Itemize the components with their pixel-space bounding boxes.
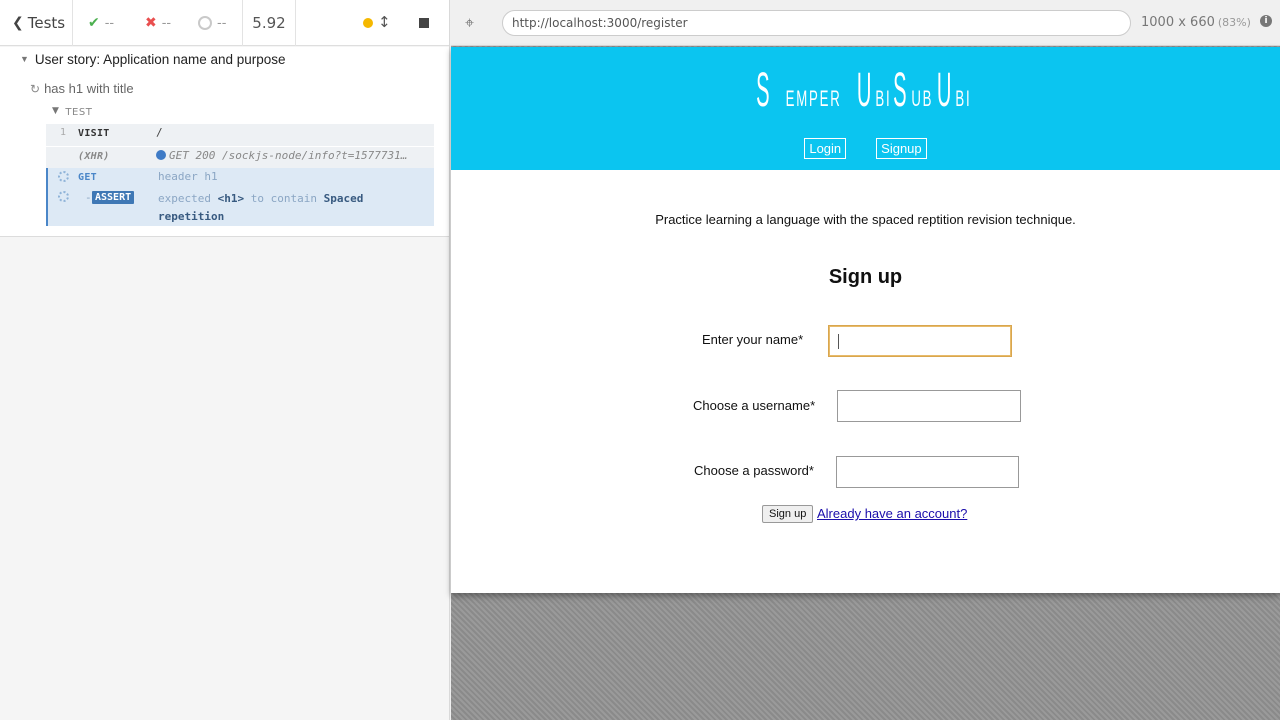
spinner-icon	[58, 191, 69, 202]
command-row[interactable]: - ASSERT expected <h1> to contain Spaced…	[48, 188, 436, 226]
viewport-size[interactable]: 1000 x 660 (83%)	[1141, 15, 1251, 30]
cross-icon: ✖	[145, 15, 157, 31]
command-row[interactable]: (XHR) GET 200 /sockjs-node/info?t=157773…	[46, 147, 434, 168]
duration: 5.92	[242, 0, 296, 46]
running-indicator-icon	[363, 18, 373, 28]
username-label: Choose a username*	[693, 398, 816, 413]
passed-count: ✔ --	[88, 15, 115, 31]
app-logo: S EMPER U BIS UBU BI	[756, 64, 972, 117]
app-nav: Login Signup	[451, 138, 1280, 159]
command-row[interactable]: 1 VISIT /	[46, 124, 434, 146]
suite-title[interactable]: ▼ User story: Application name and purpos…	[20, 52, 286, 67]
xhr-status-dot-icon	[156, 150, 166, 160]
url-bar: ⌖ http://localhost:3000/register 1000 x …	[451, 0, 1280, 46]
already-account-link[interactable]: Already have an account?	[817, 506, 967, 521]
cypress-runner: ❮ Tests ✔ -- ✖ -- -- 5.92 ↕ ▼ User story:…	[0, 0, 1280, 720]
password-label: Choose a password*	[694, 463, 814, 478]
app-preview: ⌖ http://localhost:3000/register 1000 x …	[451, 0, 1280, 720]
command-list: 1 VISIT / (XHR) GET 200 /sockjs-node/inf…	[46, 124, 434, 226]
selector-playground-icon[interactable]: ⌖	[465, 13, 474, 33]
spinner-icon	[58, 171, 69, 182]
active-commands: GET header h1 - ASSERT expected <h1> to …	[46, 168, 434, 226]
failed-count: ✖ --	[145, 15, 172, 31]
refresh-icon: ↻	[30, 82, 41, 96]
stop-button[interactable]	[419, 18, 429, 28]
text-caret	[838, 334, 839, 349]
tests-back-button[interactable]: ❮ Tests	[0, 0, 73, 46]
login-link[interactable]: Login	[804, 138, 847, 159]
check-icon: ✔	[88, 15, 100, 31]
scroll-toggle-icon[interactable]: ↕	[378, 13, 391, 31]
form-title: Sign up	[828, 266, 903, 288]
xhr-message: GET 200 /sockjs-node/info?t=1577731…	[156, 149, 428, 162]
name-label: Enter your name*	[702, 332, 804, 347]
app-header: S EMPER U BIS UBU BI Login Signup	[451, 47, 1280, 170]
username-field[interactable]	[837, 390, 1021, 422]
assert-message: expected <h1> to contain Spaced repetiti…	[158, 192, 364, 223]
test-title[interactable]: ↻ has h1 with title	[30, 81, 134, 96]
signup-submit-button[interactable]: Sign up	[762, 505, 814, 523]
section-label: ▼ TEST	[52, 106, 93, 118]
signup-link[interactable]: Signup	[876, 138, 927, 159]
info-icon[interactable]: i	[1260, 15, 1272, 27]
reporter-header: ❮ Tests ✔ -- ✖ -- -- 5.92 ↕	[0, 0, 449, 46]
collapse-triangle-icon: ▼	[52, 106, 60, 116]
command-row[interactable]: GET header h1	[48, 168, 436, 188]
reporter-panel: ❮ Tests ✔ -- ✖ -- -- 5.92 ↕ ▼ User story:…	[0, 0, 450, 720]
app-frame: S EMPER U BIS UBU BI Login Signup Practice le…	[451, 47, 1280, 593]
password-field[interactable]	[836, 456, 1019, 488]
url-field[interactable]: http://localhost:3000/register	[502, 10, 1131, 36]
suite-block: ▼ User story: Application name and purpos…	[0, 47, 449, 237]
tagline: Practice learning a language with the sp…	[655, 212, 1076, 227]
pending-ring-icon	[198, 16, 212, 30]
collapse-triangle-icon: ▼	[20, 54, 29, 64]
tests-label: Tests	[27, 14, 66, 32]
assert-badge: ASSERT	[92, 191, 135, 204]
pending-count: --	[198, 0, 226, 46]
chevron-left-icon: ❮	[12, 15, 24, 31]
name-field[interactable]	[828, 325, 1012, 357]
